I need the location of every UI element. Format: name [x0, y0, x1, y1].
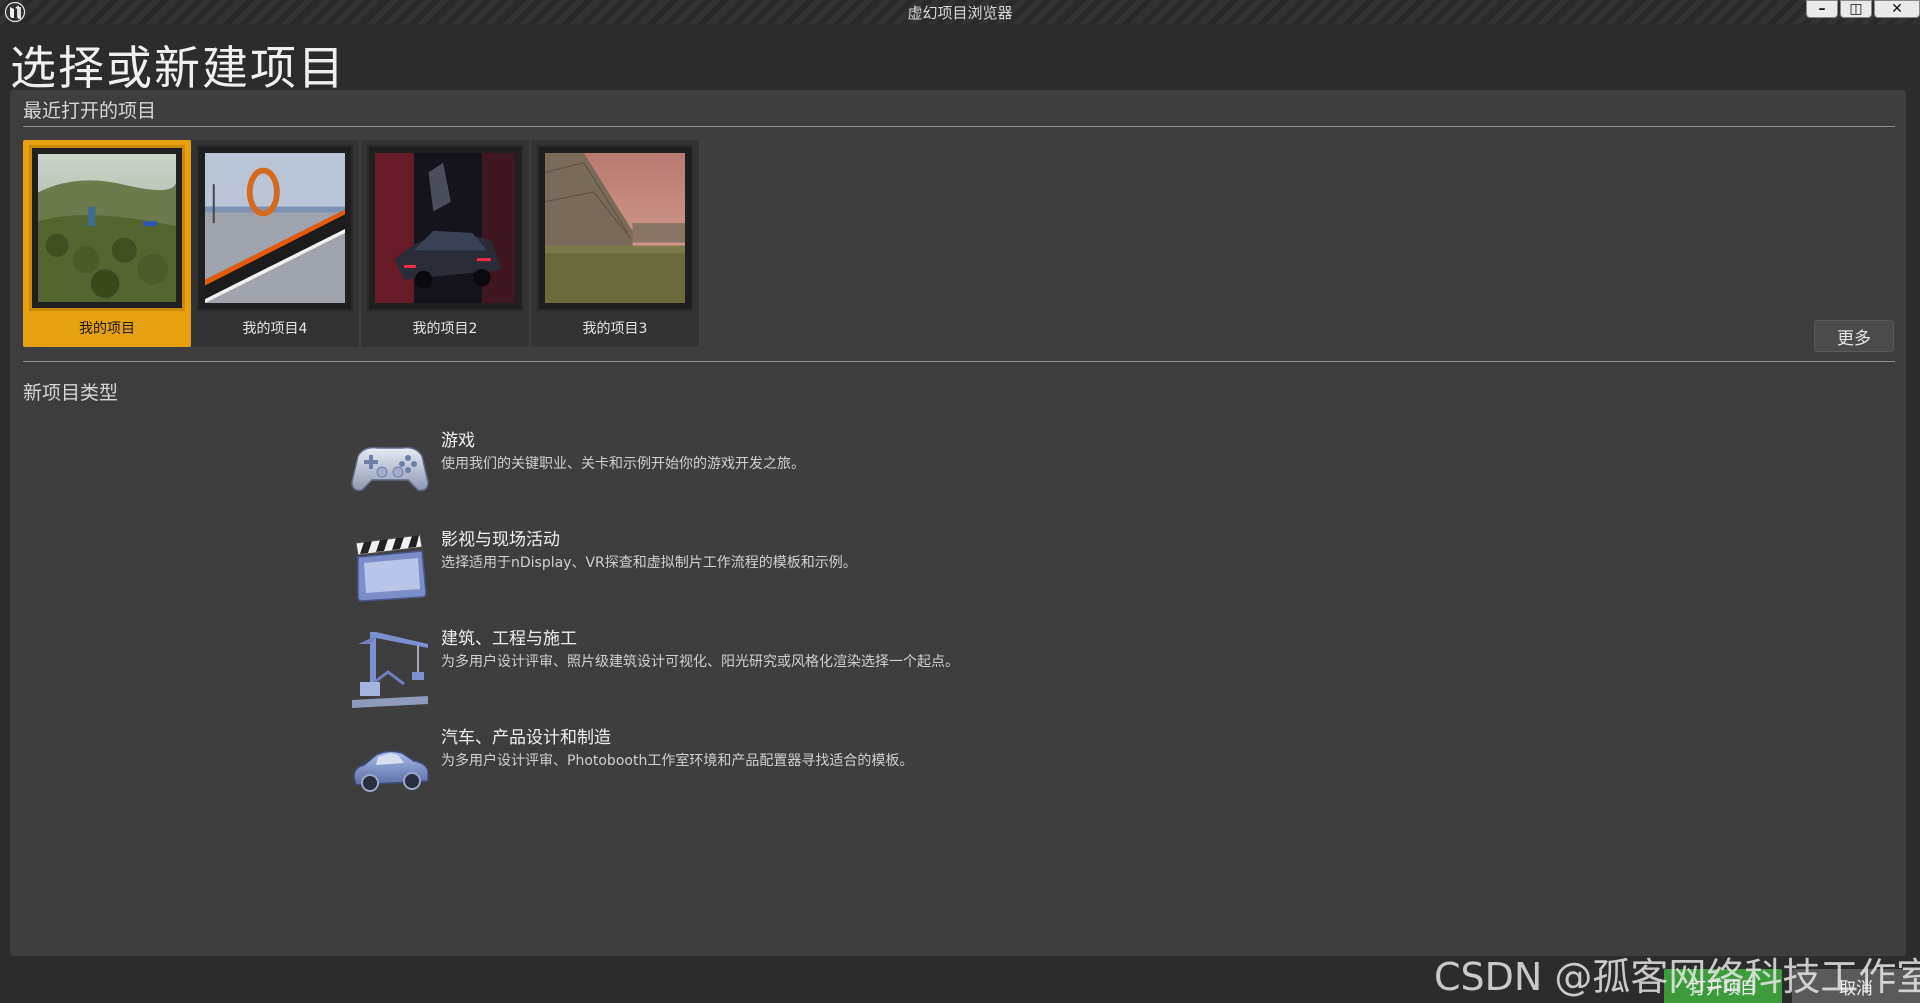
minimize-icon: –	[1818, 1, 1826, 17]
project-tile-2[interactable]: 我的项目4	[191, 140, 359, 347]
project-label: 我的项目3	[582, 321, 648, 337]
project-label: 我的项目4	[242, 321, 308, 337]
project-label: 我的项目2	[412, 321, 478, 337]
thumbnail-frame	[29, 145, 185, 311]
category-title: 汽车、产品设计和制造	[441, 728, 611, 748]
watermark: CSDN @孤客网络科技工作室	[1434, 955, 1920, 999]
car-icon	[348, 723, 432, 807]
category-film-live-events[interactable]: 影视与现场活动 选择适用于nDisplay、VR探查和虚拟制片工作流程的模板和示…	[348, 525, 1248, 611]
more-button[interactable]: 更多	[1814, 320, 1894, 352]
close-button[interactable]: ✕	[1874, 0, 1920, 18]
project-tile-3[interactable]: 我的项目2	[361, 140, 529, 347]
new-project-types-heading: 新项目类型	[23, 382, 119, 404]
loop-track-thumbnail	[205, 153, 345, 303]
clapperboard-icon	[348, 525, 432, 609]
recent-projects-heading: 最近打开的项目	[23, 100, 157, 122]
close-icon: ✕	[1891, 1, 1903, 17]
category-title: 游戏	[441, 431, 475, 451]
project-tile-4[interactable]: 我的项目3	[531, 140, 699, 347]
category-description: 为多用户设计评审、Photobooth工作室环境和产品配置器寻找适合的模板。	[441, 753, 914, 769]
category-architecture[interactable]: 建筑、工程与施工 为多用户设计评审、照片级建筑设计可视化、阳光研究或风格化渲染选…	[348, 624, 1248, 710]
restore-button[interactable]: ◫	[1840, 0, 1872, 18]
title-bar[interactable]: 虚幻项目浏览器 – ◫ ✕	[0, 0, 1920, 24]
project-browser-window: 虚幻项目浏览器 – ◫ ✕ 选择或新建项目 最近打开的项目 我的项目 我的项目4…	[0, 0, 1920, 1003]
category-automotive[interactable]: 汽车、产品设计和制造 为多用户设计评审、Photobooth工作室环境和产品配置…	[348, 723, 1248, 809]
page-title: 选择或新建项目	[10, 41, 346, 95]
gamepad-icon	[348, 426, 432, 510]
thumbnail-frame	[367, 145, 523, 311]
thumbnail-frame	[537, 145, 693, 311]
desert-wall-thumbnail	[545, 153, 685, 303]
category-games[interactable]: 游戏 使用我们的关键职业、关卡和示例开始你的游戏开发之旅。	[348, 426, 1248, 512]
thumbnail-frame	[197, 145, 353, 311]
red-car-thumbnail	[375, 153, 515, 303]
category-description: 为多用户设计评审、照片级建筑设计可视化、阳光研究或风格化渲染选择一个起点。	[441, 654, 959, 670]
window-title: 虚幻项目浏览器	[907, 4, 1013, 22]
project-label: 我的项目	[79, 321, 135, 337]
category-title: 影视与现场活动	[441, 530, 560, 550]
main-panel: 最近打开的项目 我的项目 我的项目4 我的项目2 我的项目3 更多 新项目类型 …	[10, 90, 1906, 956]
category-description: 选择适用于nDisplay、VR探查和虚拟制片工作流程的模板和示例。	[441, 555, 857, 571]
recent-divider	[23, 126, 1895, 127]
crane-icon	[348, 624, 432, 708]
section-divider	[23, 361, 1895, 362]
grassy-landscape-thumbnail	[38, 154, 176, 302]
restore-icon: ◫	[1849, 1, 1863, 17]
minimize-button[interactable]: –	[1806, 0, 1838, 18]
category-title: 建筑、工程与施工	[441, 629, 577, 649]
category-description: 使用我们的关键职业、关卡和示例开始你的游戏开发之旅。	[441, 456, 805, 472]
project-tile-1[interactable]: 我的项目	[23, 140, 191, 347]
window-controls: – ◫ ✕	[1804, 0, 1920, 18]
